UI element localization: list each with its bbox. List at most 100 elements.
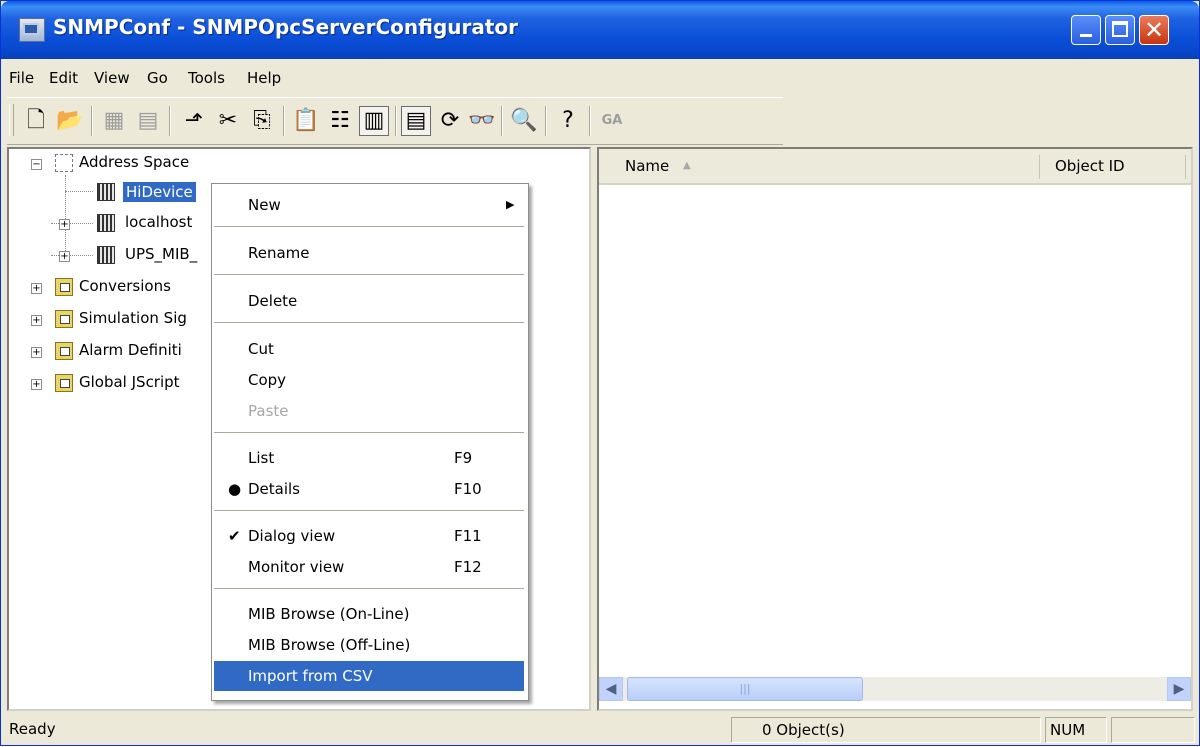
status-ready: Ready	[9, 720, 56, 738]
context-menu-copy-label: Copy	[248, 371, 287, 389]
alarm-icon	[55, 342, 73, 360]
close-button[interactable]: ✕	[1139, 15, 1169, 45]
menu-separator	[214, 432, 524, 433]
tree-item-hidevice[interactable]: HiDevice	[123, 182, 196, 202]
toolbar-grip[interactable]	[9, 104, 14, 136]
expand-icon[interactable]: +	[31, 347, 42, 358]
toolbar-separator	[545, 106, 547, 136]
tree-item-global-jscript[interactable]: Global JScript	[79, 373, 180, 391]
menu-bar: File Edit View Go Tools Help	[1, 63, 1199, 93]
menu-separator	[214, 274, 524, 275]
search-icon[interactable]: 🔍	[509, 106, 539, 136]
tree-item-conversions[interactable]: Conversions	[79, 277, 171, 295]
expand-icon[interactable]: +	[31, 379, 42, 390]
context-menu-import-csv[interactable]: Import from CSV	[214, 661, 524, 691]
menu-file[interactable]: File	[9, 69, 34, 87]
expand-icon[interactable]: +	[31, 315, 42, 326]
context-menu-cut[interactable]: Cut	[214, 334, 524, 364]
expand-icon[interactable]: +	[59, 219, 70, 230]
context-menu-paste: Paste	[214, 396, 524, 426]
toolbar-separator	[283, 106, 285, 136]
minimize-button[interactable]	[1071, 15, 1101, 45]
context-menu-cut-label: Cut	[248, 340, 274, 358]
context-menu-import-csv-label: Import from CSV	[248, 667, 373, 685]
shortcut-f10: F10	[454, 480, 482, 498]
tree-item-address-space[interactable]: Address Space	[79, 153, 189, 171]
menu-view[interactable]: View	[94, 69, 130, 87]
menu-separator	[214, 510, 524, 511]
properties-alt-icon: ▤	[137, 108, 159, 133]
app-icon[interactable]	[19, 18, 45, 42]
tree-line	[65, 191, 93, 192]
column-name[interactable]: Name	[625, 157, 669, 175]
menu-help[interactable]: Help	[247, 69, 281, 87]
toolbar-separator	[395, 106, 397, 136]
context-menu-dialog-view[interactable]: ✔ Dialog view F11	[214, 521, 524, 551]
title-bar[interactable]: SNMPConf - SNMPOpcServerConfigurator ✕	[1, 1, 1199, 59]
context-menu-rename[interactable]: Rename	[214, 238, 524, 268]
menu-edit[interactable]: Edit	[49, 69, 78, 87]
context-menu: New ▶ Rename Delete Cut Copy Paste List …	[211, 183, 529, 701]
window-title: SNMPConf - SNMPOpcServerConfigurator	[53, 15, 519, 39]
new-document-icon[interactable]: 🗋	[21, 106, 51, 136]
toolbar-separator	[91, 106, 93, 136]
expand-icon[interactable]: +	[59, 251, 70, 262]
context-menu-rename-label: Rename	[248, 244, 310, 262]
toolbar-separator	[169, 106, 171, 136]
context-menu-mib-online-label: MIB Browse (On-Line)	[248, 605, 410, 623]
close-icon: ✕	[1143, 16, 1165, 44]
list-view-icon[interactable]: ☷	[325, 106, 355, 136]
tree-line	[51, 255, 93, 256]
context-menu-new-label: New	[248, 196, 281, 214]
tree-item-alarm-definitions[interactable]: Alarm Definiti	[79, 341, 182, 359]
context-menu-dialog-view-label: Dialog view	[248, 527, 336, 545]
column-divider[interactable]	[1039, 155, 1040, 179]
column-object-id[interactable]: Object ID	[1055, 157, 1125, 175]
help-icon[interactable]: ?	[553, 106, 583, 136]
jscript-icon	[55, 374, 73, 392]
menu-go[interactable]: Go	[147, 69, 168, 87]
scroll-left-icon[interactable]: ◀	[599, 677, 623, 701]
scroll-thumb[interactable]: |||	[627, 677, 863, 701]
minimize-icon	[1080, 34, 1092, 37]
scroll-right-icon[interactable]: ▶	[1167, 677, 1191, 701]
context-menu-mib-browse-offline[interactable]: MIB Browse (Off-Line)	[214, 630, 524, 660]
context-menu-list-label: List	[248, 449, 275, 467]
paste-icon[interactable]: 📋	[291, 106, 321, 136]
status-bar: Ready 0 Object(s) NUM	[1, 715, 1199, 747]
tree-item-simulation-signals[interactable]: Simulation Sig	[79, 309, 187, 327]
context-menu-paste-label: Paste	[248, 402, 289, 420]
horizontal-scrollbar[interactable]: ◀ ||| ▶	[599, 677, 1191, 701]
status-num-panel: NUM	[1045, 717, 1107, 743]
dialog-view-icon[interactable]: ▤	[401, 106, 431, 136]
details-view-icon[interactable]: ▥	[359, 106, 389, 136]
menu-tools[interactable]: Tools	[188, 69, 225, 87]
status-num: NUM	[1050, 721, 1086, 739]
checkmark-icon: ✔	[228, 527, 241, 545]
context-menu-delete[interactable]: Delete	[214, 286, 524, 316]
column-divider[interactable]	[1185, 155, 1186, 179]
toolbar-separator	[589, 106, 591, 136]
open-folder-icon[interactable]: 📂	[55, 106, 85, 136]
tree-line	[65, 175, 66, 259]
context-menu-new[interactable]: New ▶	[214, 190, 524, 220]
monitor-glasses-icon[interactable]: 👓	[467, 106, 497, 136]
status-objects: 0 Object(s)	[762, 721, 845, 739]
context-menu-details[interactable]: ● Details F10	[214, 474, 524, 504]
context-menu-monitor-view[interactable]: Monitor view F12	[214, 552, 524, 582]
tree-item-localhost[interactable]: localhost	[125, 213, 192, 231]
up-level-icon[interactable]: ⬏	[179, 106, 209, 136]
list-pane[interactable]: Name ▲ Object ID ◀ ||| ▶	[597, 147, 1193, 711]
refresh-icon[interactable]: ⟳	[435, 106, 465, 136]
tree-item-ups-mib[interactable]: UPS_MIB_	[125, 245, 197, 263]
shortcut-f12: F12	[454, 558, 482, 576]
menu-separator	[214, 588, 524, 589]
cut-icon[interactable]: ✂	[213, 106, 243, 136]
context-menu-list[interactable]: List F9	[214, 443, 524, 473]
collapse-icon[interactable]: −	[31, 159, 42, 170]
maximize-button[interactable]	[1105, 15, 1135, 45]
context-menu-copy[interactable]: Copy	[214, 365, 524, 395]
copy-icon[interactable]: ⎘	[247, 106, 277, 136]
expand-icon[interactable]: +	[31, 283, 42, 294]
context-menu-mib-browse-online[interactable]: MIB Browse (On-Line)	[214, 599, 524, 629]
